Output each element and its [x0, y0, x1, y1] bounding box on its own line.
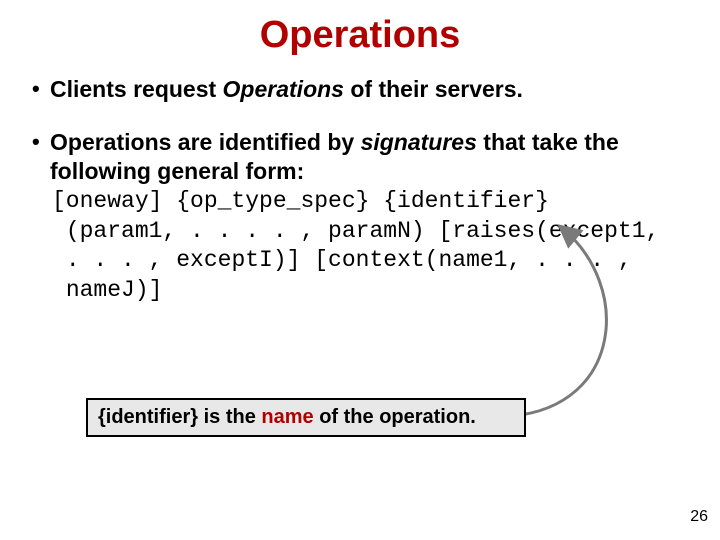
slide: Operations Clients request Operations of…: [0, 0, 720, 540]
bullet-2: Operations are identified by signatures …: [28, 128, 692, 305]
callout-box: {identifier} is the name of the operatio…: [86, 398, 526, 437]
bullet-1-pre: Clients request: [50, 76, 223, 102]
bullet-list: Clients request Operations of their serv…: [28, 75, 692, 305]
callout-identifier: {identifier}: [98, 406, 198, 428]
bullet-1-post: of their servers.: [344, 76, 523, 102]
bullet-1: Clients request Operations of their serv…: [28, 75, 692, 104]
signature-code: [oneway] {op_type_spec} {identifier} (pa…: [52, 187, 692, 305]
callout-name: name: [261, 406, 313, 428]
bullet-2-pre: Operations are identified by: [50, 129, 361, 155]
bullet-2-signatures: signatures: [361, 129, 477, 155]
page-number: 26: [690, 508, 708, 526]
callout-mid: is the: [198, 406, 261, 428]
slide-title: Operations: [28, 14, 692, 57]
bullet-1-operations: Operations: [223, 76, 344, 102]
callout-post: of the operation.: [314, 406, 476, 428]
